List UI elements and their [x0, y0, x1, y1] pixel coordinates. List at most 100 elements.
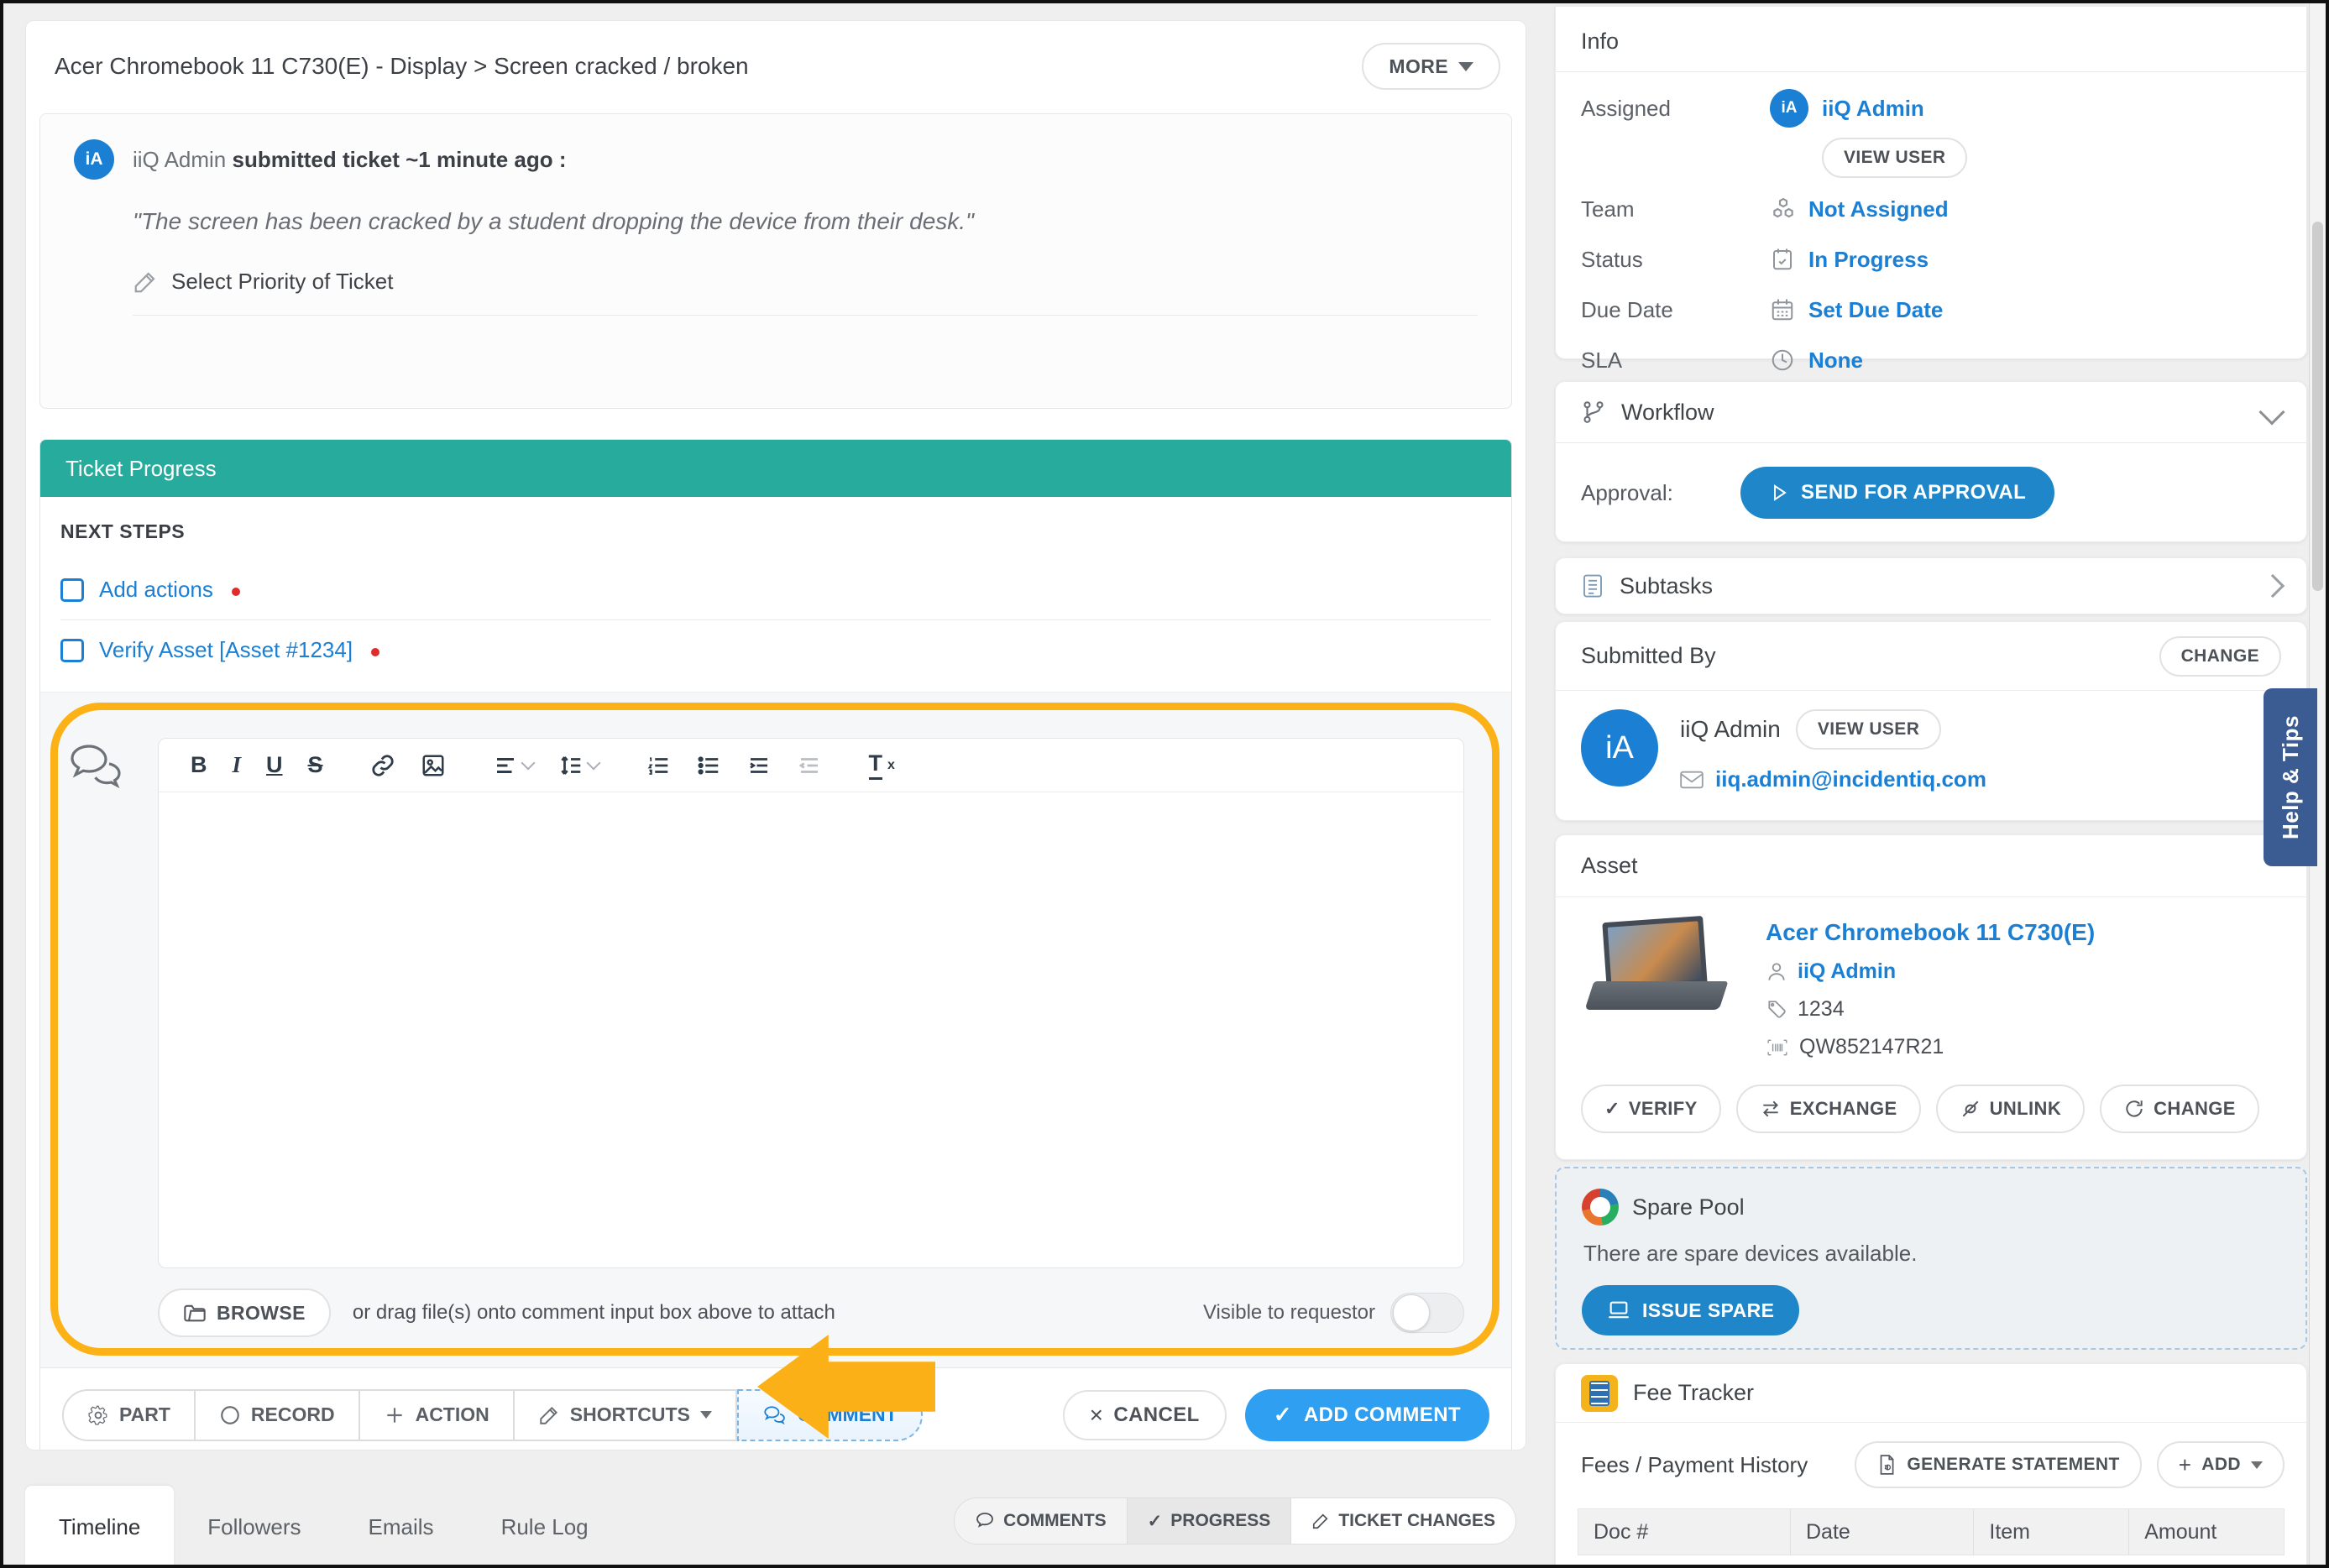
- tab-rule-log[interactable]: Rule Log: [468, 1486, 622, 1568]
- speech-bubbles-icon: [65, 741, 128, 792]
- ticket-progress-panel: Ticket Progress NEXT STEPS Add actions V…: [39, 439, 1512, 1450]
- check-icon: ✓: [1148, 1511, 1163, 1532]
- part-button[interactable]: PART: [62, 1389, 196, 1441]
- line-height-icon: [558, 753, 584, 778]
- status-value-link[interactable]: In Progress: [1808, 247, 1929, 273]
- ticket-changes-filter-button[interactable]: TICKET CHANGES: [1290, 1498, 1515, 1544]
- more-button-label: MORE: [1389, 55, 1448, 78]
- more-button[interactable]: MORE: [1362, 43, 1500, 90]
- tab-timeline[interactable]: Timeline: [25, 1486, 174, 1568]
- tab-emails[interactable]: Emails: [335, 1486, 468, 1568]
- unlink-asset-button[interactable]: UNLINK: [1936, 1085, 2086, 1133]
- change-asset-button[interactable]: CHANGE: [2100, 1085, 2259, 1133]
- view-user-button[interactable]: VIEW USER: [1822, 138, 1967, 178]
- send-for-approval-button[interactable]: SEND FOR APPROVAL: [1740, 467, 2054, 519]
- visible-to-requestor-toggle[interactable]: [1390, 1293, 1464, 1333]
- sla-value-link[interactable]: None: [1808, 348, 1863, 374]
- ordered-list-icon: [646, 753, 671, 778]
- browse-button-label: BROWSE: [217, 1302, 306, 1325]
- italic-button[interactable]: I: [233, 752, 242, 778]
- due-date-value-link[interactable]: Set Due Date: [1808, 297, 1943, 323]
- assigned-user-link[interactable]: iiQ Admin: [1822, 96, 1924, 122]
- ticket-page: Acer Chromebook 11 C730(E) - Display > S…: [0, 0, 2329, 1568]
- bold-icon: B: [191, 752, 207, 778]
- filter-label: PROGRESS: [1170, 1511, 1270, 1531]
- shortcuts-button[interactable]: SHORTCUTS: [515, 1389, 737, 1441]
- action-button[interactable]: ACTION: [360, 1389, 515, 1441]
- next-step-add-actions[interactable]: Add actions: [60, 565, 1491, 614]
- divider: [1556, 71, 2306, 72]
- record-button[interactable]: RECORD: [196, 1389, 360, 1441]
- indent-button[interactable]: [746, 753, 772, 778]
- bullet-list-button[interactable]: [696, 753, 721, 778]
- spare-pool-title: Spare Pool: [1632, 1194, 1745, 1220]
- speech-bubbles-icon: [762, 1404, 788, 1426]
- generate-statement-button[interactable]: GENERATE STATEMENT: [1855, 1441, 2141, 1488]
- clear-format-button[interactable]: Tx: [869, 750, 895, 780]
- asset-serial-row: QW852147R21: [1766, 1035, 2281, 1059]
- caret-down-icon: [700, 1411, 712, 1419]
- help-tips-tab[interactable]: Help & Tips: [2264, 688, 2317, 866]
- chevron-down-icon[interactable]: [2258, 399, 2285, 425]
- bold-button[interactable]: B: [191, 752, 207, 778]
- verify-asset-button[interactable]: ✓ VERIFY: [1581, 1085, 1721, 1133]
- assigned-value-block: iA iiQ Admin VIEW USER: [1770, 89, 1967, 178]
- view-user-label: VIEW USER: [1844, 148, 1945, 168]
- subtasks-card[interactable]: Subtasks: [1555, 557, 2307, 614]
- insert-link-button[interactable]: [370, 753, 395, 778]
- asset-name-link[interactable]: Acer Chromebook 11 C730(E): [1766, 919, 2281, 946]
- team-value-link[interactable]: Not Assigned: [1808, 196, 1949, 222]
- timeline-view-filter-group: COMMENTS ✓ PROGRESS TICKET CHANGES: [954, 1497, 1516, 1544]
- info-label: Due Date: [1581, 297, 1770, 323]
- info-row-team: Team Not Assigned: [1556, 190, 2306, 228]
- next-step-verify-asset[interactable]: Verify Asset [Asset #1234]: [60, 625, 1491, 675]
- caret-down-icon: [1458, 62, 1473, 71]
- record-button-label: RECORD: [251, 1403, 335, 1426]
- outdent-button[interactable]: [797, 753, 822, 778]
- add-fee-button[interactable]: + ADD: [2157, 1441, 2285, 1488]
- cancel-button[interactable]: × CANCEL: [1063, 1390, 1227, 1440]
- next-step-label[interactable]: Add actions: [99, 577, 213, 603]
- strikethrough-button[interactable]: S: [308, 752, 323, 778]
- next-step-label[interactable]: Verify Asset [Asset #1234]: [99, 637, 353, 663]
- submission-action-text: submitted ticket ~1 minute ago :: [233, 147, 567, 172]
- insert-image-button[interactable]: [421, 753, 446, 778]
- line-height-button[interactable]: [558, 753, 599, 778]
- divider: [133, 315, 1478, 316]
- submitter-email-link[interactable]: iiq.admin@incidentiq.com: [1715, 766, 1986, 792]
- change-submitter-button[interactable]: CHANGE: [2159, 636, 2281, 677]
- comments-filter-button[interactable]: COMMENTS: [955, 1498, 1127, 1544]
- required-dot-icon: [232, 588, 240, 596]
- check-icon: ✓: [1604, 1098, 1620, 1120]
- scrollbar-thumb[interactable]: [2312, 222, 2323, 591]
- align-button[interactable]: [493, 753, 533, 778]
- right-sidebar: Info Assigned iA iiQ Admin VIEW USER Tea…: [1555, 3, 2307, 1568]
- workflow-header[interactable]: Workflow: [1556, 382, 2306, 442]
- plus-icon: +: [2179, 1452, 2192, 1478]
- issue-spare-button[interactable]: ISSUE SPARE: [1582, 1285, 1799, 1335]
- add-comment-button[interactable]: ✓ ADD COMMENT: [1245, 1389, 1489, 1441]
- checkbox-icon[interactable]: [60, 639, 84, 662]
- submitter-name: iiQ Admin: [133, 147, 226, 172]
- tab-followers[interactable]: Followers: [174, 1486, 334, 1568]
- submitter-name: iiQ Admin: [1680, 716, 1781, 743]
- ordered-list-button[interactable]: [646, 753, 671, 778]
- select-priority-row[interactable]: Select Priority of Ticket: [133, 269, 1478, 295]
- composer-inner: B I U S: [40, 738, 1511, 1268]
- progress-filter-button[interactable]: ✓ PROGRESS: [1127, 1498, 1291, 1544]
- link-icon: [370, 753, 395, 778]
- status-clipboard-icon: [1770, 247, 1808, 272]
- chevron-right-icon[interactable]: [2261, 574, 2285, 598]
- clear-format-sub: x: [887, 758, 895, 773]
- exchange-label: EXCHANGE: [1790, 1098, 1897, 1120]
- exchange-asset-button[interactable]: EXCHANGE: [1736, 1085, 1921, 1133]
- browse-button[interactable]: BROWSE: [158, 1288, 331, 1337]
- divider: [60, 619, 1491, 620]
- view-user-button[interactable]: VIEW USER: [1796, 709, 1941, 750]
- underline-button[interactable]: U: [266, 752, 283, 778]
- checkbox-icon[interactable]: [60, 578, 84, 602]
- asset-owner-link[interactable]: iiQ Admin: [1798, 959, 1896, 984]
- filter-label: COMMENTS: [1003, 1511, 1107, 1531]
- comment-text-area[interactable]: [159, 792, 1463, 1267]
- spare-pool-logo-icon: [1582, 1189, 1619, 1226]
